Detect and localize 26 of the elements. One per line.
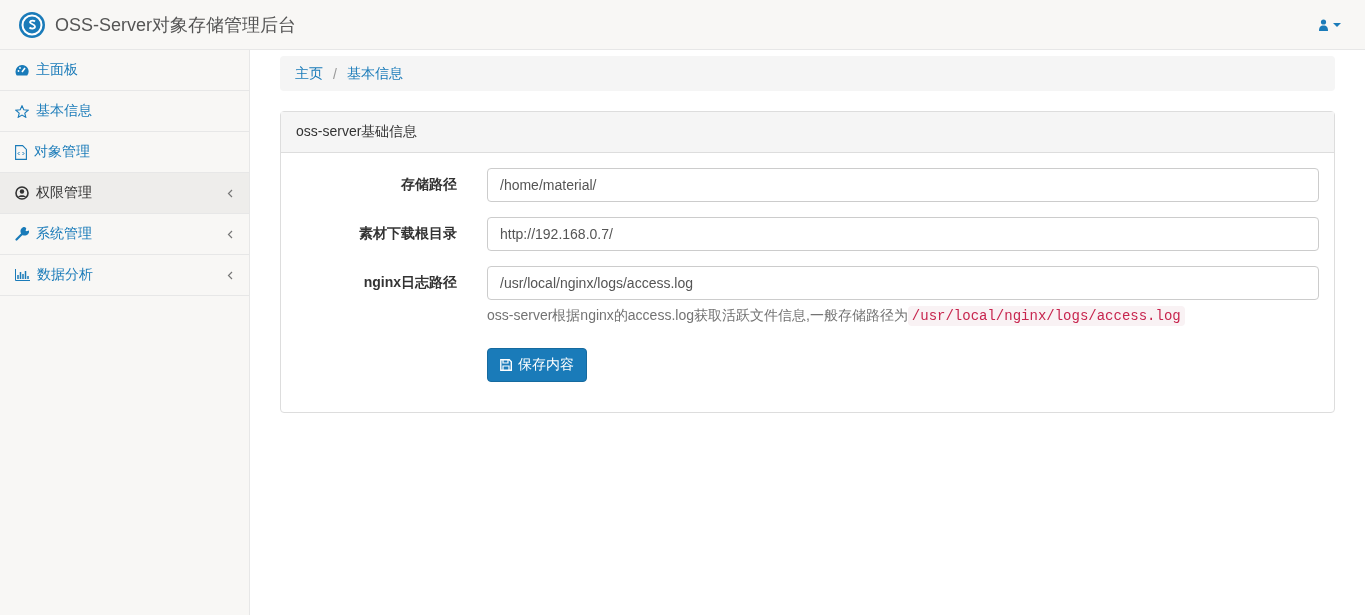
breadcrumb-separator: / [333, 65, 337, 82]
logo-icon [18, 10, 46, 39]
app-title: OSS-Server对象存储管理后台 [55, 13, 297, 37]
dashboard-icon [15, 64, 29, 76]
field-label: 素材下载根目录 [358, 225, 458, 243]
input-field[interactable]: http://192.168.0.7/ [487, 217, 1319, 251]
sidebar-item[interactable]: 主面板 [0, 50, 249, 91]
help-text: oss-server根据nginx的access.log获取活跃文件信息,一般存储路径为 /usr/local/nginx/logs/access.log [487, 307, 1319, 325]
star-icon [15, 104, 29, 118]
code-file-icon [15, 144, 27, 160]
sidebar-item[interactable]: 基本信息 [0, 91, 249, 132]
wrench-icon [15, 227, 29, 241]
bar-chart-icon [15, 269, 30, 281]
panel-title: oss-server基础信息 [296, 123, 418, 141]
sidebar-item[interactable]: 权限管理 [0, 173, 249, 214]
input-field[interactable]: /usr/local/nginx/logs/access.log [487, 266, 1319, 300]
user-circle-icon [15, 186, 29, 200]
breadcrumb-link[interactable]: 主页 [295, 64, 323, 83]
input-field[interactable]: /home/material/ [487, 168, 1319, 202]
field-label: 存储路径 [400, 176, 458, 194]
save-button[interactable]: 保存内容 [487, 348, 587, 382]
save-icon [500, 359, 512, 371]
sidebar-item[interactable]: 系统管理 [0, 214, 249, 255]
breadcrumb-link[interactable]: 基本信息 [346, 64, 403, 83]
sidebar-item[interactable]: 数据分析 [0, 255, 249, 296]
field-label: nginx日志路径 [362, 274, 458, 292]
